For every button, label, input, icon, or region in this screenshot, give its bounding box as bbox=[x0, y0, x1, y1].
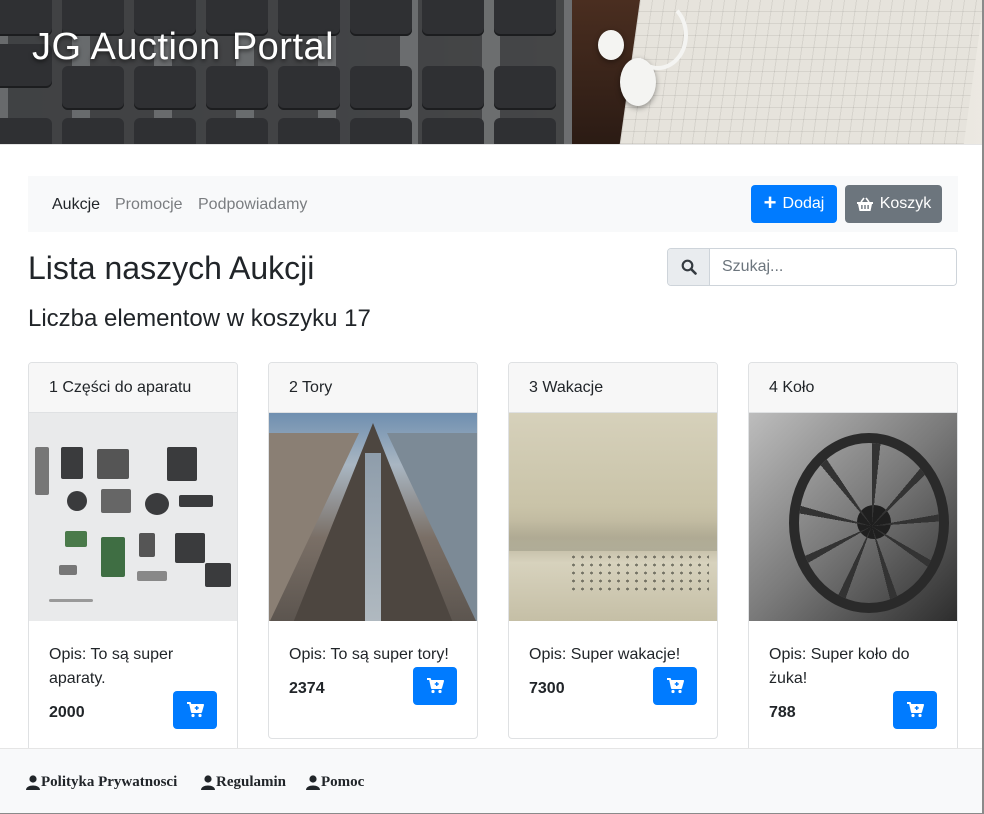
cart-button[interactable]: Koszyk bbox=[845, 185, 942, 223]
wagon-wheel-image bbox=[749, 413, 957, 621]
header-banner: JG Auction Portal bbox=[0, 0, 984, 144]
card-body: Opis: Super wakacje! 7300 bbox=[509, 621, 717, 705]
cart-button-label: Koszyk bbox=[879, 195, 932, 212]
cart-plus-icon bbox=[907, 702, 924, 718]
auction-card: 2 Tory Opis: To są super tory! 2374 bbox=[268, 362, 478, 739]
auction-card: 4 Koło Opis: Super koło do żuka! 788 bbox=[748, 362, 958, 762]
add-to-cart-button[interactable] bbox=[653, 667, 697, 705]
search-icon bbox=[681, 259, 697, 275]
earbud-cable bbox=[628, 0, 688, 70]
footer-link-terms[interactable]: Regulamin bbox=[201, 774, 286, 791]
footer: Polityka Prywatnosci Regulamin Pomoc bbox=[0, 748, 984, 814]
auction-card: 1 Części do aparatu Opis: To są super ap… bbox=[28, 362, 238, 762]
card-description: Opis: Super koło do żuka! bbox=[769, 646, 910, 687]
card-title: 2 Tory bbox=[269, 363, 477, 413]
search-addon bbox=[668, 249, 710, 285]
card-description: Opis: To są super tory! bbox=[289, 646, 449, 663]
cart-plus-icon bbox=[427, 678, 444, 694]
user-icon bbox=[26, 775, 40, 790]
earbud-image bbox=[598, 30, 624, 60]
footer-link-privacy[interactable]: Polityka Prywatnosci bbox=[26, 774, 177, 791]
beach-city-haze bbox=[509, 521, 717, 551]
card-title: 3 Wakacje bbox=[509, 363, 717, 413]
add-to-cart-button[interactable] bbox=[173, 691, 217, 729]
navbar: Aukcje Promocje Podpowiadamy + Dodaj Kos… bbox=[28, 176, 958, 232]
cart-plus-icon bbox=[667, 678, 684, 694]
footer-link-label: Regulamin bbox=[216, 774, 287, 790]
add-to-cart-button[interactable] bbox=[413, 667, 457, 705]
beach-people bbox=[569, 553, 709, 593]
add-button[interactable]: + Dodaj bbox=[751, 185, 837, 223]
nav-link-podpowiadamy[interactable]: Podpowiadamy bbox=[198, 196, 307, 214]
user-icon bbox=[201, 775, 215, 790]
nav-link-aukcje[interactable]: Aukcje bbox=[52, 196, 100, 214]
card-description: Opis: To są super aparaty. bbox=[49, 646, 174, 687]
page-title: Lista naszych Aukcji bbox=[28, 250, 315, 286]
search-group bbox=[667, 248, 957, 286]
card-body: Opis: To są super tory! 2374 bbox=[269, 621, 477, 705]
wheel-spokes bbox=[799, 443, 939, 603]
add-button-label: Dodaj bbox=[782, 195, 825, 212]
nav-link-promocje[interactable]: Promocje bbox=[115, 196, 183, 214]
card-description: Opis: Super wakacje! bbox=[529, 646, 681, 663]
keyboard-keys bbox=[0, 0, 575, 144]
camera-parts-image bbox=[29, 413, 237, 621]
card-title: 4 Koło bbox=[749, 363, 957, 413]
auction-card: 3 Wakacje Opis: Super wakacje! 7300 bbox=[508, 362, 718, 739]
plus-icon: + bbox=[763, 190, 777, 215]
user-icon bbox=[306, 775, 320, 790]
cart-count-text: Liczba elementow w koszyku 17 bbox=[28, 305, 371, 332]
footer-link-label: Pomoc bbox=[321, 774, 365, 790]
track-water bbox=[365, 453, 381, 621]
card-body: Opis: Super koło do żuka! 788 bbox=[749, 621, 957, 729]
search-input[interactable] bbox=[710, 249, 956, 285]
cart-plus-icon bbox=[187, 702, 204, 718]
beach-image bbox=[509, 413, 717, 621]
footer-link-help[interactable]: Pomoc bbox=[306, 774, 364, 791]
basket-icon bbox=[856, 197, 873, 211]
site-title: JG Auction Portal bbox=[32, 26, 335, 68]
banner-divider bbox=[0, 144, 984, 145]
card-title: 1 Części do aparatu bbox=[29, 363, 237, 413]
card-body: Opis: To są super aparaty. 2000 bbox=[29, 621, 237, 729]
add-to-cart-button[interactable] bbox=[893, 691, 937, 729]
footer-link-label: Polityka Prywatnosci bbox=[41, 774, 178, 790]
railway-tracks-image bbox=[269, 413, 477, 621]
